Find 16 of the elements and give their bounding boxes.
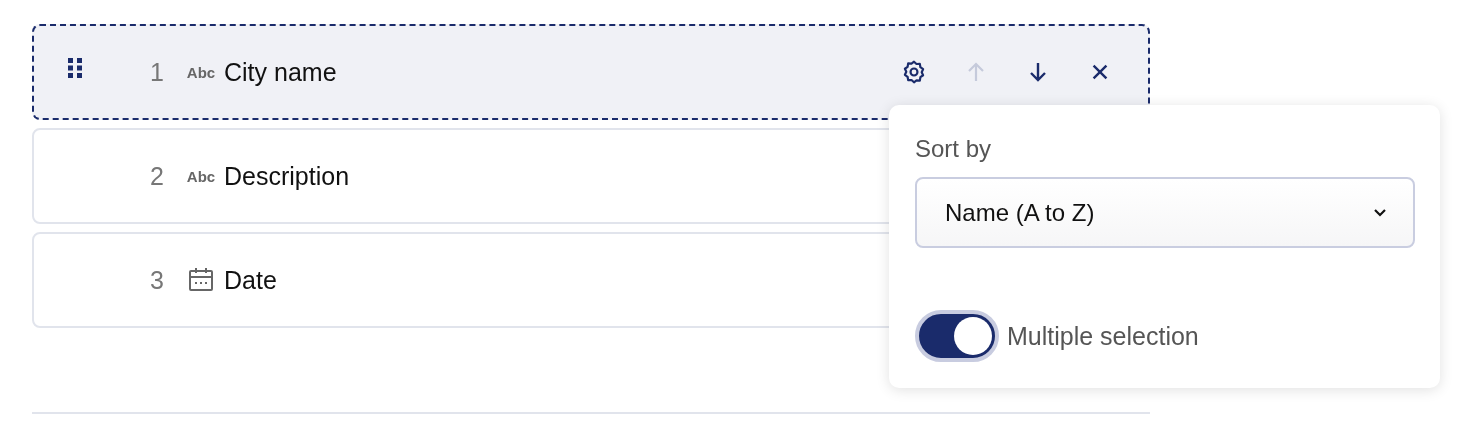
calendar-icon xyxy=(188,267,214,293)
drag-handle-icon[interactable] xyxy=(68,58,82,78)
field-name: Date xyxy=(224,265,277,295)
text-type-label: Abc xyxy=(186,63,216,81)
chevron-down-icon xyxy=(1373,207,1387,218)
row-number: 1 xyxy=(149,57,165,87)
settings-icon xyxy=(901,59,927,85)
multiple-selection-toggle[interactable] xyxy=(915,310,999,362)
field-name: Description xyxy=(224,161,350,191)
field-name: City name xyxy=(224,57,337,87)
field-row[interactable]: 1 Abc City name xyxy=(32,24,1150,120)
sort-by-label: Sort by xyxy=(915,135,992,163)
row-number: 2 xyxy=(149,161,165,191)
text-type-label: Abc xyxy=(186,167,216,185)
row-number: 3 xyxy=(149,265,165,295)
sort-select[interactable]: Name (A to Z) xyxy=(915,177,1415,248)
